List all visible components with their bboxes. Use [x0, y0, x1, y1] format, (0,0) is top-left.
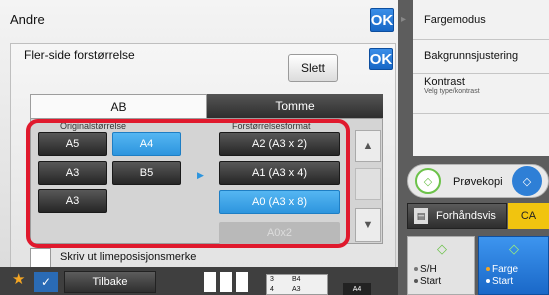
- preview-icon: ▤: [414, 208, 428, 224]
- dialog-title: Fler-side forstørrelse: [24, 48, 135, 62]
- dot-icon: [486, 279, 490, 284]
- bw-start-text: S/H Start: [414, 264, 441, 288]
- proof-start-icon: ◇: [415, 168, 441, 194]
- ok-button-top[interactable]: OK: [370, 8, 394, 32]
- bottom-bar: [0, 267, 398, 295]
- star-icon[interactable]: ★: [12, 270, 25, 288]
- scrollbar-track[interactable]: [355, 168, 381, 200]
- tray-number: 3: [270, 276, 274, 283]
- color-start-line1: Farge: [492, 264, 519, 275]
- delete-button[interactable]: Slett: [288, 54, 338, 82]
- page-thumbnail: [220, 272, 232, 292]
- contrast-label: Kontrast: [424, 76, 465, 88]
- tray-number: 4: [270, 286, 274, 293]
- tray-size: A3: [292, 286, 301, 293]
- checkmark-icon[interactable]: ✓: [34, 272, 58, 292]
- dot-icon: [486, 267, 490, 272]
- dot-icon: [414, 267, 418, 272]
- bw-start-line1: S/H: [420, 264, 437, 275]
- ok-button-dialog[interactable]: OK: [369, 48, 393, 70]
- paper-size-badge: A4: [343, 283, 371, 295]
- scroll-down-icon[interactable]: ▼: [355, 208, 381, 242]
- paste-mark-label: Skriv ut limeposisjonsmerke: [60, 251, 197, 263]
- contrast-sublabel: Velg type/kontrast: [424, 88, 480, 95]
- menu-item-color-mode[interactable]: Fargemodus: [413, 0, 549, 40]
- preview-label: Forhåndsvis: [436, 210, 496, 222]
- menu-item-background[interactable]: Bakgrunnsjustering: [413, 40, 549, 74]
- paste-mark-checkbox[interactable]: [30, 248, 51, 269]
- color-start-line2: Start: [492, 276, 514, 287]
- color-start-icon: ◇: [509, 241, 519, 256]
- highlight-frame: [26, 119, 350, 248]
- paper-size-table: 3 B4 4 A3: [266, 274, 328, 295]
- back-button[interactable]: Tilbake: [64, 271, 156, 293]
- dot-icon: [414, 279, 418, 284]
- page-thumbnail: [236, 272, 248, 292]
- bw-start-icon: ◇: [437, 241, 447, 256]
- tray-size: B4: [292, 276, 301, 283]
- page-thumbnail: [204, 272, 216, 292]
- collapse-arrow-icon[interactable]: ▸: [401, 14, 411, 26]
- bw-start-line2: Start: [420, 276, 442, 287]
- proof-copy-label: Prøvekopi: [453, 176, 503, 188]
- window-title: Andre: [10, 12, 45, 27]
- color-proof-icon[interactable]: ◇: [512, 166, 542, 196]
- scroll-up-icon[interactable]: ▲: [355, 130, 381, 162]
- tab-ab[interactable]: AB: [30, 94, 207, 118]
- preview-button[interactable]: ▤ Forhåndsvis: [407, 203, 507, 229]
- color-start-text: Farge Start: [486, 264, 518, 288]
- tab-tomme[interactable]: Tomme: [207, 94, 383, 118]
- menu-item-empty: [413, 114, 549, 156]
- clear-all-button[interactable]: CA: [508, 203, 549, 229]
